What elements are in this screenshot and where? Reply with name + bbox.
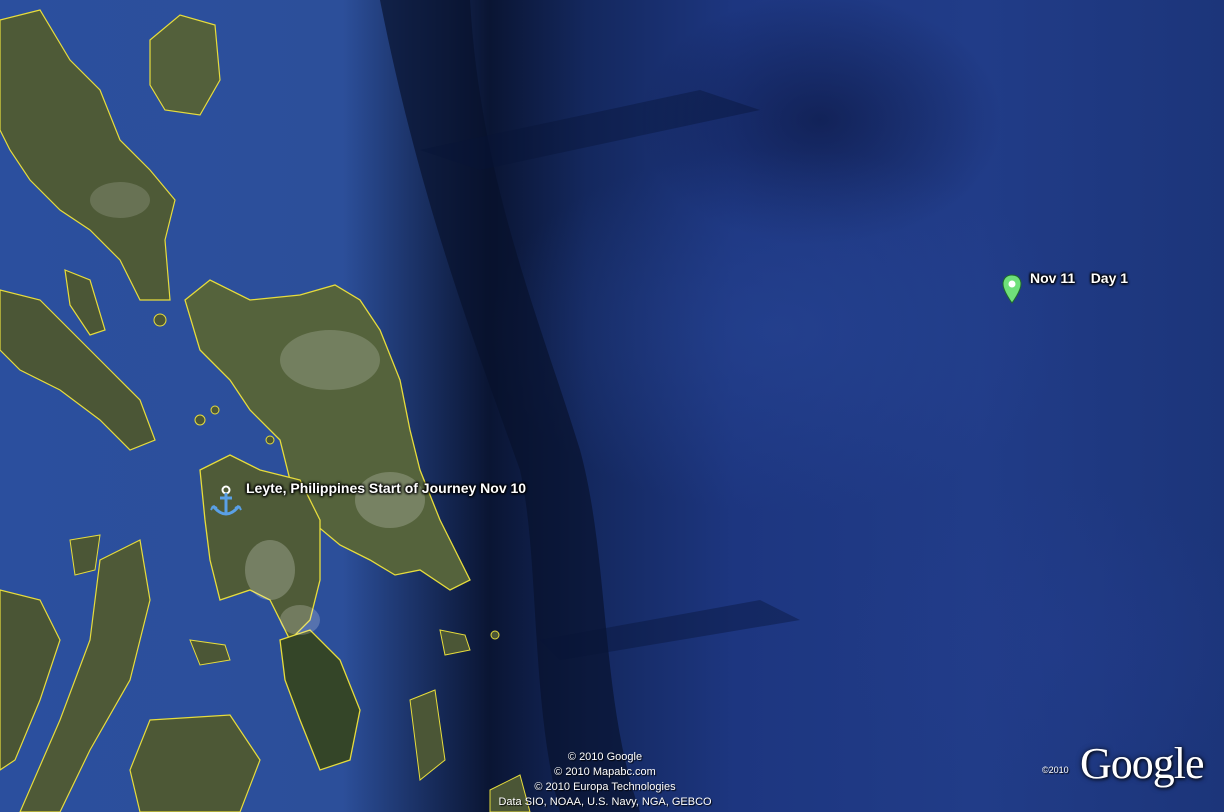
- green-pin-placemark[interactable]: [1002, 274, 1022, 304]
- placemark-label-leyte[interactable]: Leyte, Philippines Start of Journey Nov …: [246, 480, 526, 496]
- anchor-placemark[interactable]: [210, 484, 242, 520]
- google-logo: Google: [1080, 739, 1205, 788]
- attribution-line: © 2010 Google: [567, 751, 643, 763]
- attribution-line: Data SIO, NOAA, U.S. Navy, NGA, GEBCO: [498, 796, 712, 808]
- land-mass: [64, 269, 106, 336]
- attribution-line: © 2010 Europa Technologies: [534, 781, 676, 793]
- attribution-line: © 2010 Mapabc.com: [554, 766, 656, 778]
- green-pin-icon: [1002, 274, 1022, 304]
- copyright-year: ©2010: [1042, 765, 1069, 775]
- anchor-icon: [210, 485, 242, 516]
- satellite-map[interactable]: Leyte, Philippines Start of Journey Nov …: [0, 0, 1224, 812]
- land-mass: [69, 534, 101, 576]
- land-mass: [279, 629, 361, 771]
- land-mass: [149, 14, 221, 116]
- land-mass: [0, 9, 176, 301]
- map-attribution: © 2010 Google © 2010 Mapabc.com © 2010 E…: [480, 750, 730, 810]
- placemark-label-nov11[interactable]: Nov 11 Day 1: [1030, 270, 1128, 286]
- terrain-layer: [0, 0, 800, 812]
